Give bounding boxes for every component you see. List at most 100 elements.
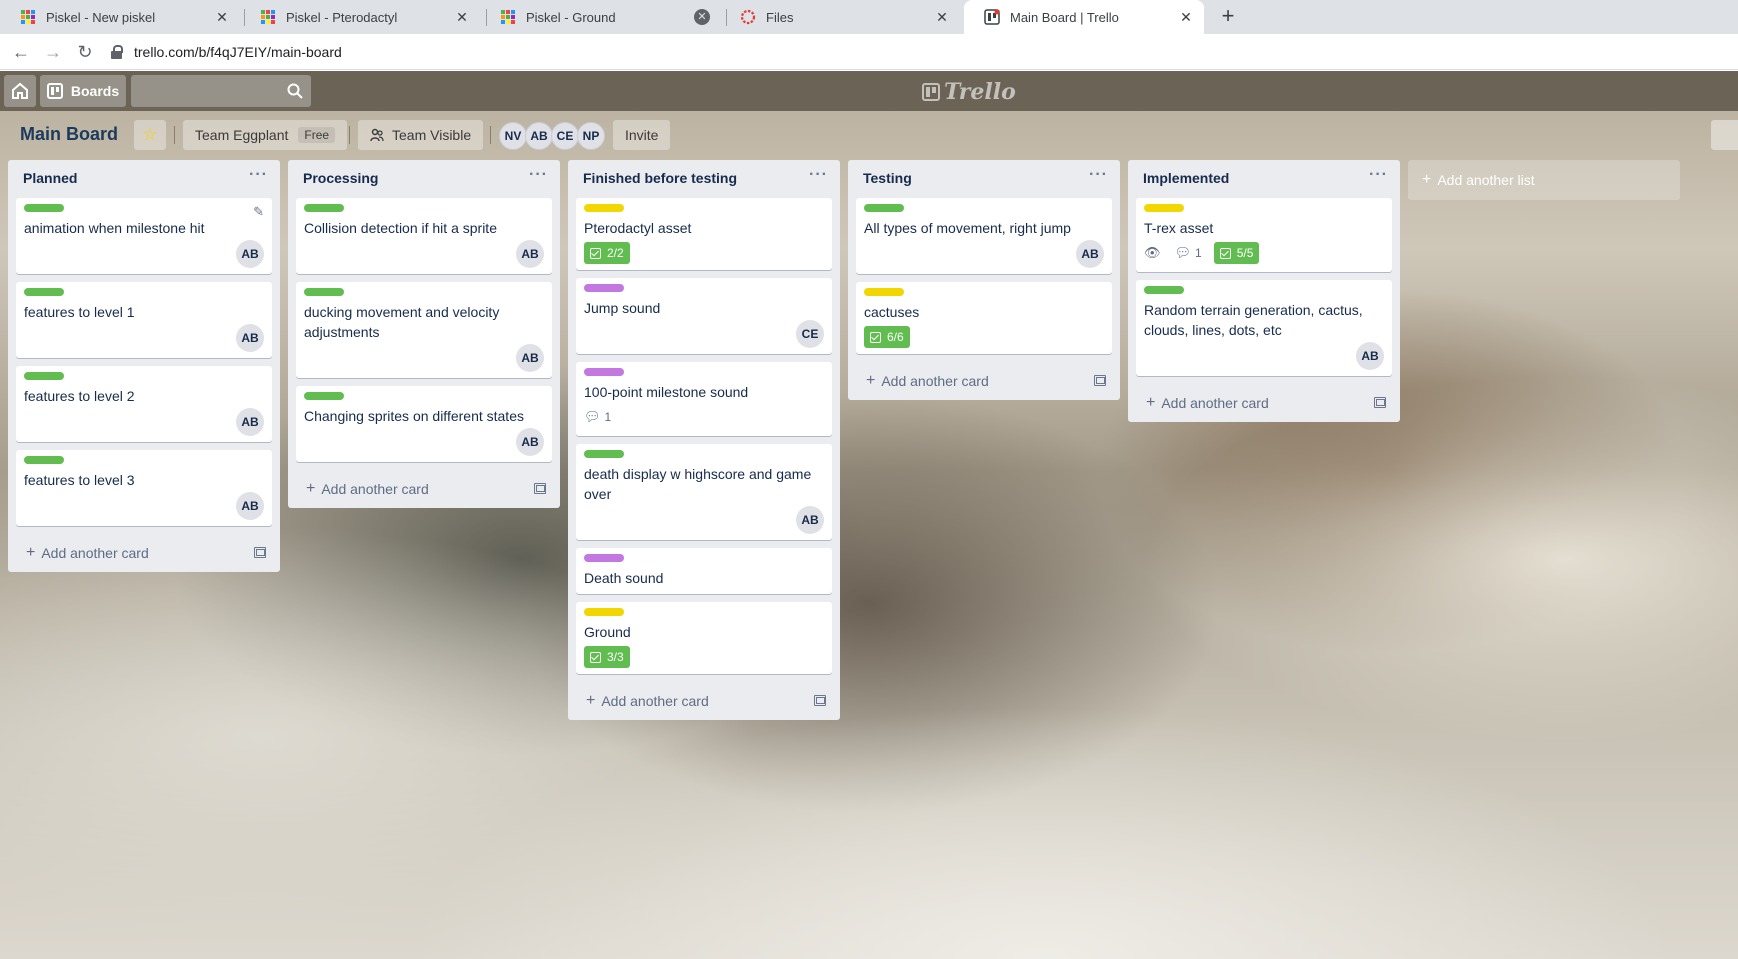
back-arrow-icon[interactable]: ← xyxy=(9,40,33,64)
card-label-green xyxy=(1144,286,1184,294)
list-header[interactable]: Planned ··· xyxy=(8,160,280,198)
card[interactable]: animation when milestone hit ✎ AB xyxy=(16,198,272,274)
list-title: Planned xyxy=(23,170,78,186)
card-template-icon[interactable] xyxy=(534,483,546,494)
board-title[interactable]: Main Board xyxy=(20,124,118,145)
avatar[interactable]: AB xyxy=(516,240,544,268)
close-icon[interactable]: ✕ xyxy=(214,9,230,25)
card[interactable]: 100-point milestone sound 💬︎ 1 xyxy=(576,362,832,436)
card-template-icon[interactable] xyxy=(254,547,266,558)
avatar[interactable]: AB xyxy=(236,324,264,352)
more-options-icon[interactable]: ··· xyxy=(1089,166,1108,184)
list-header[interactable]: Implemented ··· xyxy=(1128,160,1400,198)
card[interactable]: Random terrain generation, cactus, cloud… xyxy=(1136,280,1392,376)
card[interactable]: All types of movement, right jump AB xyxy=(856,198,1112,274)
invite-button[interactable]: Invite xyxy=(613,120,671,150)
list-header[interactable]: Processing ··· xyxy=(288,160,560,198)
tab-title: Piskel - New piskel xyxy=(46,9,156,25)
card[interactable]: death display w highscore and game over … xyxy=(576,444,832,540)
search-icon xyxy=(287,83,303,99)
checklist-count: 2/2 xyxy=(607,246,624,260)
add-card-label: Add another card xyxy=(41,545,149,561)
browser-tab-active[interactable]: Main Board | Trello ✕ xyxy=(964,0,1204,34)
card[interactable]: Ground 3/3 xyxy=(576,602,832,674)
card-title: animation when milestone hit xyxy=(24,220,205,236)
card-template-icon[interactable] xyxy=(1094,375,1106,386)
team-name: Team Eggplant xyxy=(195,127,289,143)
avatar[interactable]: AB xyxy=(516,344,544,372)
edit-pencil-icon[interactable]: ✎ xyxy=(253,204,264,220)
card[interactable]: Changing sprites on different states AB xyxy=(296,386,552,462)
more-options-icon[interactable]: ··· xyxy=(809,166,828,184)
card[interactable]: Jump sound CE xyxy=(576,278,832,354)
add-card-button[interactable]: + Add another card xyxy=(848,362,1120,400)
card[interactable]: T-rex asset 👁︎ 💬︎ 1 5/5 xyxy=(1136,198,1392,272)
avatar[interactable]: AB xyxy=(236,240,264,268)
card-template-icon[interactable] xyxy=(814,695,826,706)
card-template-icon[interactable] xyxy=(1374,397,1386,408)
card-label-yellow xyxy=(584,204,624,212)
new-tab-button[interactable]: + xyxy=(1216,5,1240,29)
more-options-icon[interactable]: ··· xyxy=(1369,166,1388,184)
close-icon[interactable]: ✕ xyxy=(694,9,710,25)
card-footer: AB xyxy=(1144,340,1384,370)
card[interactable]: Death sound xyxy=(576,548,832,594)
list-title: Finished before testing xyxy=(583,170,738,186)
member-avatar[interactable]: AB xyxy=(525,122,553,150)
home-button[interactable] xyxy=(4,75,36,107)
avatar[interactable]: AB xyxy=(1076,240,1104,268)
member-avatar[interactable]: NV xyxy=(499,122,527,150)
close-icon[interactable]: ✕ xyxy=(934,9,950,25)
list-header[interactable]: Finished before testing ··· xyxy=(568,160,840,198)
star-icon[interactable]: ☆ xyxy=(134,120,166,150)
browser-tab[interactable]: Files ✕ xyxy=(720,0,960,34)
list-header[interactable]: Testing ··· xyxy=(848,160,1120,198)
reload-icon[interactable]: ↻ xyxy=(73,40,97,64)
card-label-green xyxy=(24,456,64,464)
close-icon[interactable]: ✕ xyxy=(454,9,470,25)
add-list-button[interactable]: + Add another list xyxy=(1408,160,1680,200)
close-icon[interactable]: ✕ xyxy=(1178,9,1194,25)
url-field[interactable]: trello.com/b/f4qJ7EIY/main-board xyxy=(110,38,1730,66)
card[interactable]: features to level 3 AB xyxy=(16,450,272,526)
visibility-button[interactable]: Team Visible xyxy=(358,120,484,150)
trello-logo[interactable]: Trello xyxy=(922,79,1016,105)
add-card-button[interactable]: + Add another card xyxy=(288,470,560,508)
card[interactable]: Collision detection if hit a sprite AB xyxy=(296,198,552,274)
member-avatar[interactable]: NP xyxy=(577,122,605,150)
card[interactable]: features to level 1 AB xyxy=(16,282,272,358)
card-title: Pterodactyl asset xyxy=(584,220,692,236)
search-input[interactable] xyxy=(131,75,311,107)
card-title: Random terrain generation, cactus, cloud… xyxy=(1144,302,1363,338)
member-avatar[interactable]: CE xyxy=(551,122,579,150)
avatar[interactable]: AB xyxy=(236,492,264,520)
card[interactable]: ducking movement and velocity adjustment… xyxy=(296,282,552,378)
card[interactable]: features to level 2 AB xyxy=(16,366,272,442)
avatar[interactable]: AB xyxy=(1356,342,1384,370)
boards-button[interactable]: Boards xyxy=(40,75,126,107)
logo-text: Trello xyxy=(944,79,1016,105)
plus-icon: + xyxy=(26,544,36,561)
card[interactable]: cactuses 6/6 xyxy=(856,282,1112,354)
team-button[interactable]: Team Eggplant Free xyxy=(183,120,348,150)
avatar[interactable]: AB xyxy=(796,506,824,534)
card-title: Death sound xyxy=(584,570,664,586)
add-card-button[interactable]: + Add another card xyxy=(568,682,840,720)
card-title: ducking movement and velocity adjustment… xyxy=(304,304,500,340)
forward-arrow-icon[interactable]: → xyxy=(41,40,65,64)
more-options-icon[interactable]: ··· xyxy=(249,166,268,184)
show-menu-button[interactable] xyxy=(1711,120,1738,150)
card[interactable]: Pterodactyl asset 2/2 xyxy=(576,198,832,270)
avatar[interactable]: CE xyxy=(796,320,824,348)
add-card-button[interactable]: + Add another card xyxy=(1128,384,1400,422)
avatar[interactable]: AB xyxy=(516,428,544,456)
browser-tab[interactable]: Piskel - Ground ✕ xyxy=(480,0,720,34)
more-options-icon[interactable]: ··· xyxy=(529,166,548,184)
add-card-label: Add another card xyxy=(601,693,709,709)
card-title: features to level 3 xyxy=(24,472,135,488)
browser-tab[interactable]: Piskel - Pterodactyl ✕ xyxy=(240,0,480,34)
add-card-button[interactable]: + Add another card xyxy=(8,534,280,572)
avatar[interactable]: AB xyxy=(236,408,264,436)
card-footer: AB xyxy=(304,342,544,372)
browser-tab[interactable]: Piskel - New piskel ✕ xyxy=(0,0,240,34)
